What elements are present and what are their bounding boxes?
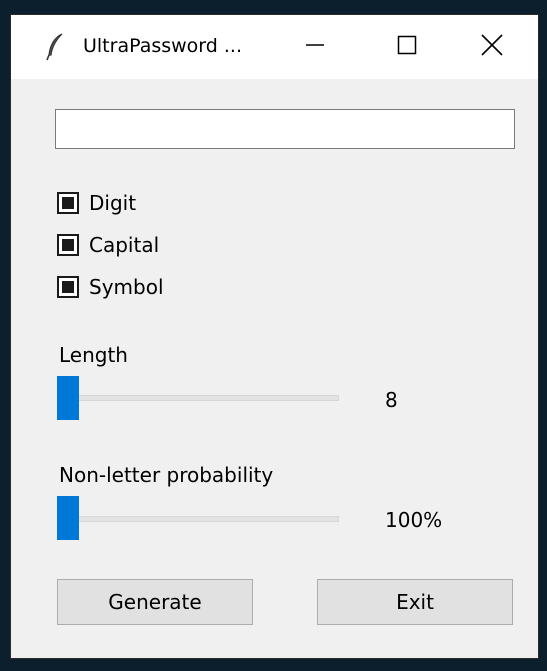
close-button[interactable] bbox=[446, 15, 538, 79]
probability-value: 100% bbox=[385, 508, 443, 532]
minimize-icon bbox=[305, 35, 325, 59]
password-output-field[interactable] bbox=[55, 109, 515, 149]
digit-checkbox-label: Digit bbox=[89, 191, 137, 215]
digit-checkbox-box[interactable] bbox=[57, 192, 79, 214]
minimize-button[interactable] bbox=[269, 15, 361, 79]
symbol-checkbox-box[interactable] bbox=[57, 276, 79, 298]
probability-slider-thumb[interactable] bbox=[57, 496, 79, 540]
app-window: UltraPassword ... Digit Capital Symbol L… bbox=[10, 14, 539, 659]
probability-slider[interactable] bbox=[59, 516, 339, 522]
capital-checkbox[interactable]: Capital bbox=[57, 231, 159, 259]
digit-checkbox[interactable]: Digit bbox=[57, 189, 136, 217]
check-mark-icon bbox=[62, 281, 74, 293]
check-mark-icon bbox=[62, 239, 74, 251]
symbol-checkbox[interactable]: Symbol bbox=[57, 273, 164, 301]
probability-label: Non-letter probability bbox=[59, 463, 274, 487]
length-label: Length bbox=[59, 343, 128, 367]
capital-checkbox-box[interactable] bbox=[57, 234, 79, 256]
desktop: UltraPassword ... Digit Capital Symbol L… bbox=[0, 0, 547, 671]
length-slider[interactable] bbox=[59, 395, 339, 401]
exit-button[interactable]: Exit bbox=[317, 579, 513, 625]
maximize-button[interactable] bbox=[361, 15, 453, 79]
title-bar[interactable]: UltraPassword ... bbox=[11, 15, 538, 79]
length-value: 8 bbox=[385, 388, 398, 412]
window-title: UltraPassword ... bbox=[83, 35, 242, 57]
capital-checkbox-label: Capital bbox=[89, 233, 160, 257]
maximize-icon bbox=[397, 35, 417, 59]
symbol-checkbox-label: Symbol bbox=[89, 275, 164, 299]
feather-icon bbox=[45, 33, 67, 61]
length-slider-thumb[interactable] bbox=[57, 376, 79, 420]
close-icon bbox=[481, 34, 503, 60]
generate-button[interactable]: Generate bbox=[57, 579, 253, 625]
check-mark-icon bbox=[62, 197, 74, 209]
